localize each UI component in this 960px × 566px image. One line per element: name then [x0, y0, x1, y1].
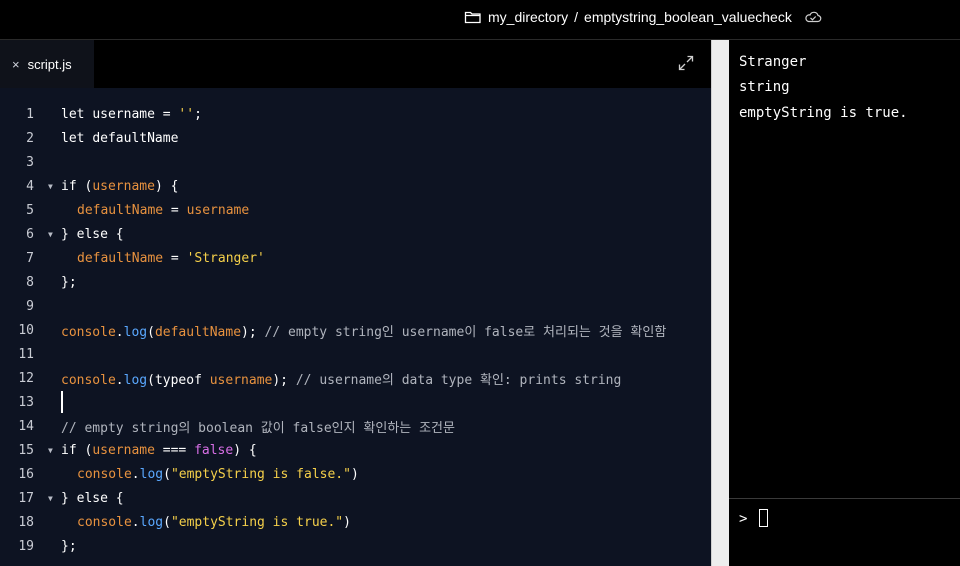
code-text: defaultName = username — [77, 202, 250, 218]
code-text: if (username) { — [61, 178, 179, 194]
code-text: console.log(typeof username); // usernam… — [61, 372, 622, 388]
breadcrumb-file[interactable]: emptystring_boolean_valuecheck — [584, 9, 792, 25]
code-text: }; — [61, 274, 77, 290]
breadcrumb: my_directory / emptystring_boolean_value… — [464, 7, 822, 27]
line-number: 10 — [18, 322, 34, 338]
code-text: let username = ''; — [61, 106, 202, 122]
editor-tab-bar: × script.js — [0, 40, 711, 88]
code-line: 5 defaultName = username — [0, 198, 711, 222]
line-number: 19 — [18, 538, 34, 554]
code-line: 19 }; — [0, 534, 711, 558]
code-line: 11 — [0, 342, 711, 366]
code-line: 3 — [0, 150, 711, 174]
code-text: console.log("emptyString is false.") — [77, 466, 359, 482]
code-line: 15 ▼ if (username === false) { — [0, 438, 711, 462]
pane-resize-handle[interactable] — [711, 40, 729, 566]
code-text: } else { — [61, 490, 124, 506]
code-line: 8 }; — [0, 270, 711, 294]
line-number: 18 — [18, 514, 34, 530]
output-line: string — [739, 79, 790, 95]
code-line: 12 console.log(typeof username); // user… — [0, 366, 711, 390]
code-line: 18 console.log("emptyString is true.") — [0, 510, 711, 534]
code-line: 10 console.log(defaultName); // empty st… — [0, 318, 711, 342]
line-number: 5 — [26, 202, 34, 218]
line-number: 17 — [18, 490, 34, 506]
line-number: 3 — [26, 154, 34, 170]
code-text: if (username === false) { — [61, 442, 257, 458]
code-line: 7 defaultName = 'Stranger' — [0, 246, 711, 270]
code-line: 16 console.log("emptyString is false.") — [0, 462, 711, 486]
line-number: 9 — [26, 298, 34, 314]
folder-icon — [464, 9, 482, 25]
code-comment: // empty string의 boolean 값이 false인지 확인하는… — [61, 420, 455, 436]
code-line: 4 ▼ if (username) { — [0, 174, 711, 198]
line-number: 7 — [26, 250, 34, 266]
line-number: 2 — [26, 130, 34, 146]
line-number: 4 — [26, 178, 34, 194]
line-number: 1 — [26, 106, 34, 122]
fold-arrow-icon[interactable]: ▼ — [48, 494, 53, 503]
fold-arrow-icon[interactable]: ▼ — [48, 446, 53, 455]
close-icon[interactable]: × — [12, 58, 20, 71]
code-line: 1 let username = ''; — [0, 102, 711, 126]
tab-label: script.js — [27, 56, 72, 72]
output-line: emptyString is true. — [739, 105, 908, 121]
code-line: 13 — [0, 390, 711, 414]
code-line: 2 let defaultName — [0, 126, 711, 150]
code-text: defaultName = 'Stranger' — [77, 250, 265, 266]
expand-icon[interactable] — [678, 55, 694, 71]
line-number: 11 — [18, 346, 34, 362]
code-text: let defaultName — [61, 130, 179, 146]
code-line: 14 // empty string의 boolean 값이 false인지 확… — [0, 414, 711, 438]
line-number: 16 — [18, 466, 34, 482]
code-line: 9 — [0, 294, 711, 318]
console-input[interactable]: > — [729, 498, 960, 566]
top-bar: my_directory / emptystring_boolean_value… — [0, 0, 960, 40]
code-text: } else { — [61, 226, 124, 242]
fold-arrow-icon[interactable]: ▼ — [48, 230, 53, 239]
console-output: Stranger string emptyString is true. — [729, 40, 960, 498]
line-number: 13 — [18, 394, 34, 410]
breadcrumb-folder[interactable]: my_directory — [488, 9, 568, 25]
fold-arrow-icon[interactable]: ▼ — [48, 182, 53, 191]
breadcrumb-separator: / — [574, 9, 579, 25]
console-prompt: > — [739, 511, 748, 527]
code-area[interactable]: 1 let username = ''; 2 let defaultName 3… — [0, 88, 711, 566]
line-number: 8 — [26, 274, 34, 290]
line-number: 14 — [18, 418, 34, 434]
code-text: console.log("emptyString is true.") — [77, 514, 351, 530]
code-editor: × script.js 1 let username = ''; 2 let d… — [0, 40, 711, 566]
code-text: console.log(defaultName); // empty strin… — [61, 324, 667, 340]
text-cursor — [61, 391, 63, 413]
cloud-saved-icon — [804, 10, 822, 24]
code-line: 6 ▼ } else { — [0, 222, 711, 246]
console-caret — [759, 509, 768, 527]
tab-script-js[interactable]: × script.js — [0, 40, 94, 88]
line-number: 6 — [26, 226, 34, 242]
output-line: Stranger — [739, 54, 807, 70]
code-line: 17 ▼ } else { — [0, 486, 711, 510]
line-number: 15 — [18, 442, 34, 458]
code-text: }; — [61, 538, 77, 554]
line-number: 12 — [18, 370, 34, 386]
